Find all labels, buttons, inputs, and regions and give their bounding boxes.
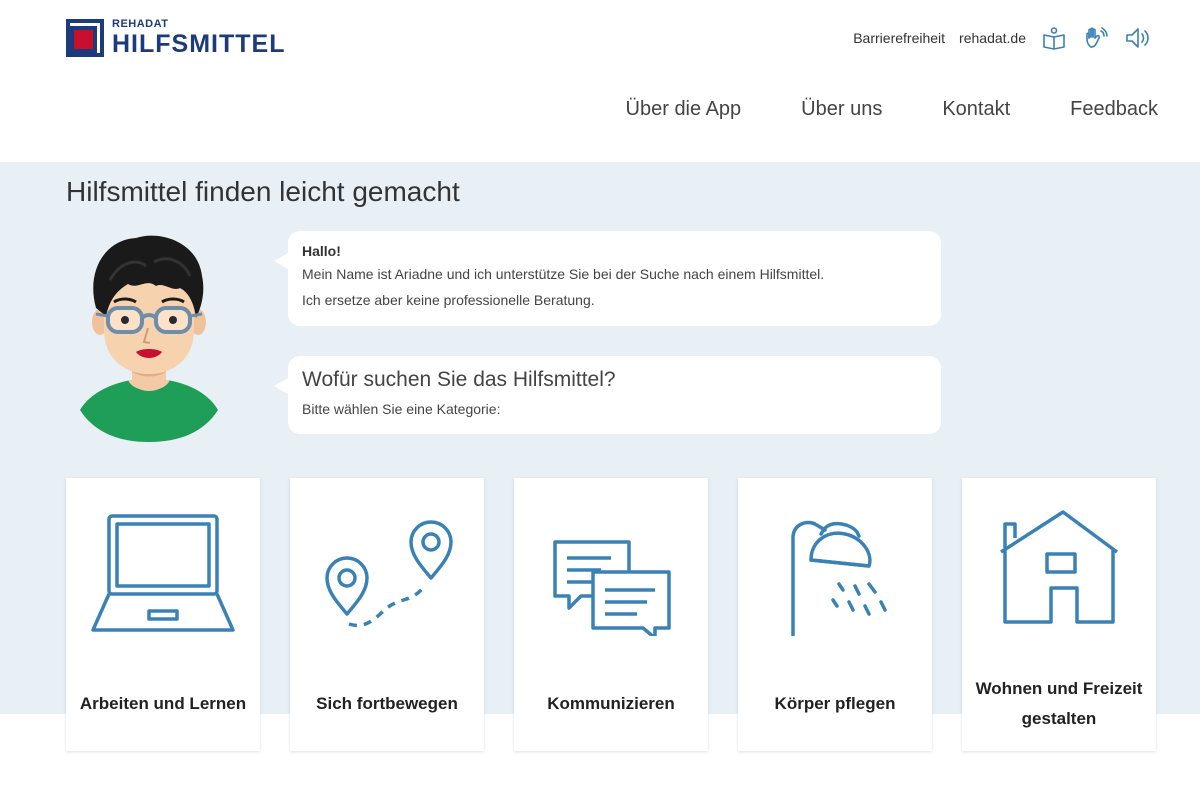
house-icon <box>979 506 1139 636</box>
category-card-fortbewegen[interactable]: Sich fortbewegen <box>290 478 484 751</box>
page-title: Hilfsmittel finden leicht gemacht <box>66 176 460 207</box>
category-label: Arbeiten und Lernen <box>79 694 247 713</box>
nav-ueber-die-app[interactable]: Über die App <box>626 98 742 121</box>
category-label: Kommunizieren <box>547 694 675 713</box>
route-pins-icon <box>307 506 467 636</box>
question-title: Wofür suchen Sie das Hilfsmittel? <box>302 368 616 391</box>
shower-icon <box>755 506 915 646</box>
rehadat-hilfsmittel-logo[interactable]: REHADAT HILFSMITTEL <box>66 18 284 58</box>
category-card-arbeiten-lernen[interactable]: Arbeiten und Lernen <box>66 478 260 751</box>
intro-line-1: Mein Name ist Ariadne und ich unterstütz… <box>302 266 825 282</box>
nav-ueber-uns[interactable]: Über uns <box>801 98 882 121</box>
ariadne-avatar <box>76 232 222 442</box>
intro-line-2: Ich ersetze aber keine professionelle Be… <box>302 292 595 308</box>
nav-feedback[interactable]: Feedback <box>1070 98 1158 121</box>
category-label: Körper pflegen <box>774 694 896 713</box>
category-card-koerper-pflegen[interactable]: Körper pflegen <box>738 478 932 751</box>
logo-mark-icon <box>66 19 104 57</box>
laptop-icon <box>83 506 243 636</box>
question-subtitle: Bitte wählen Sie eine Kategorie: <box>302 401 501 417</box>
utility-nav: Barrierefreiheit rehadat.de <box>839 24 1152 52</box>
question-bubble: Wofür suchen Sie das Hilfsmittel? Bitte … <box>274 356 941 434</box>
main-nav: Über die App Über uns Kontakt Feedback <box>566 98 1158 121</box>
header: REHADAT HILFSMITTEL Barrierefreiheit reh… <box>0 0 1200 162</box>
speaker-icon[interactable] <box>1124 24 1152 52</box>
easy-language-icon[interactable] <box>1040 24 1068 52</box>
intro-hello: Hallo! <box>302 243 341 259</box>
chat-bubbles-icon <box>531 506 691 640</box>
sign-language-icon[interactable] <box>1082 24 1110 52</box>
nav-kontakt[interactable]: Kontakt <box>942 98 1010 121</box>
category-label: Sich fortbewegen <box>316 694 458 713</box>
category-card-kommunizieren[interactable]: Kommunizieren <box>514 478 708 751</box>
category-label: Wohnen und Freizeit gestalten <box>975 679 1143 728</box>
logo-text-small: REHADAT <box>112 18 169 30</box>
intro-bubble: Hallo! Mein Name ist Ariadne und ich unt… <box>274 231 941 326</box>
category-card-wohnen-freizeit[interactable]: Wohnen und Freizeit gestalten <box>962 478 1156 751</box>
logo-text-big: HILFSMITTEL <box>112 30 286 58</box>
link-barrierefreiheit[interactable]: Barrierefreiheit <box>853 30 945 46</box>
link-rehadat-de[interactable]: rehadat.de <box>959 30 1026 46</box>
